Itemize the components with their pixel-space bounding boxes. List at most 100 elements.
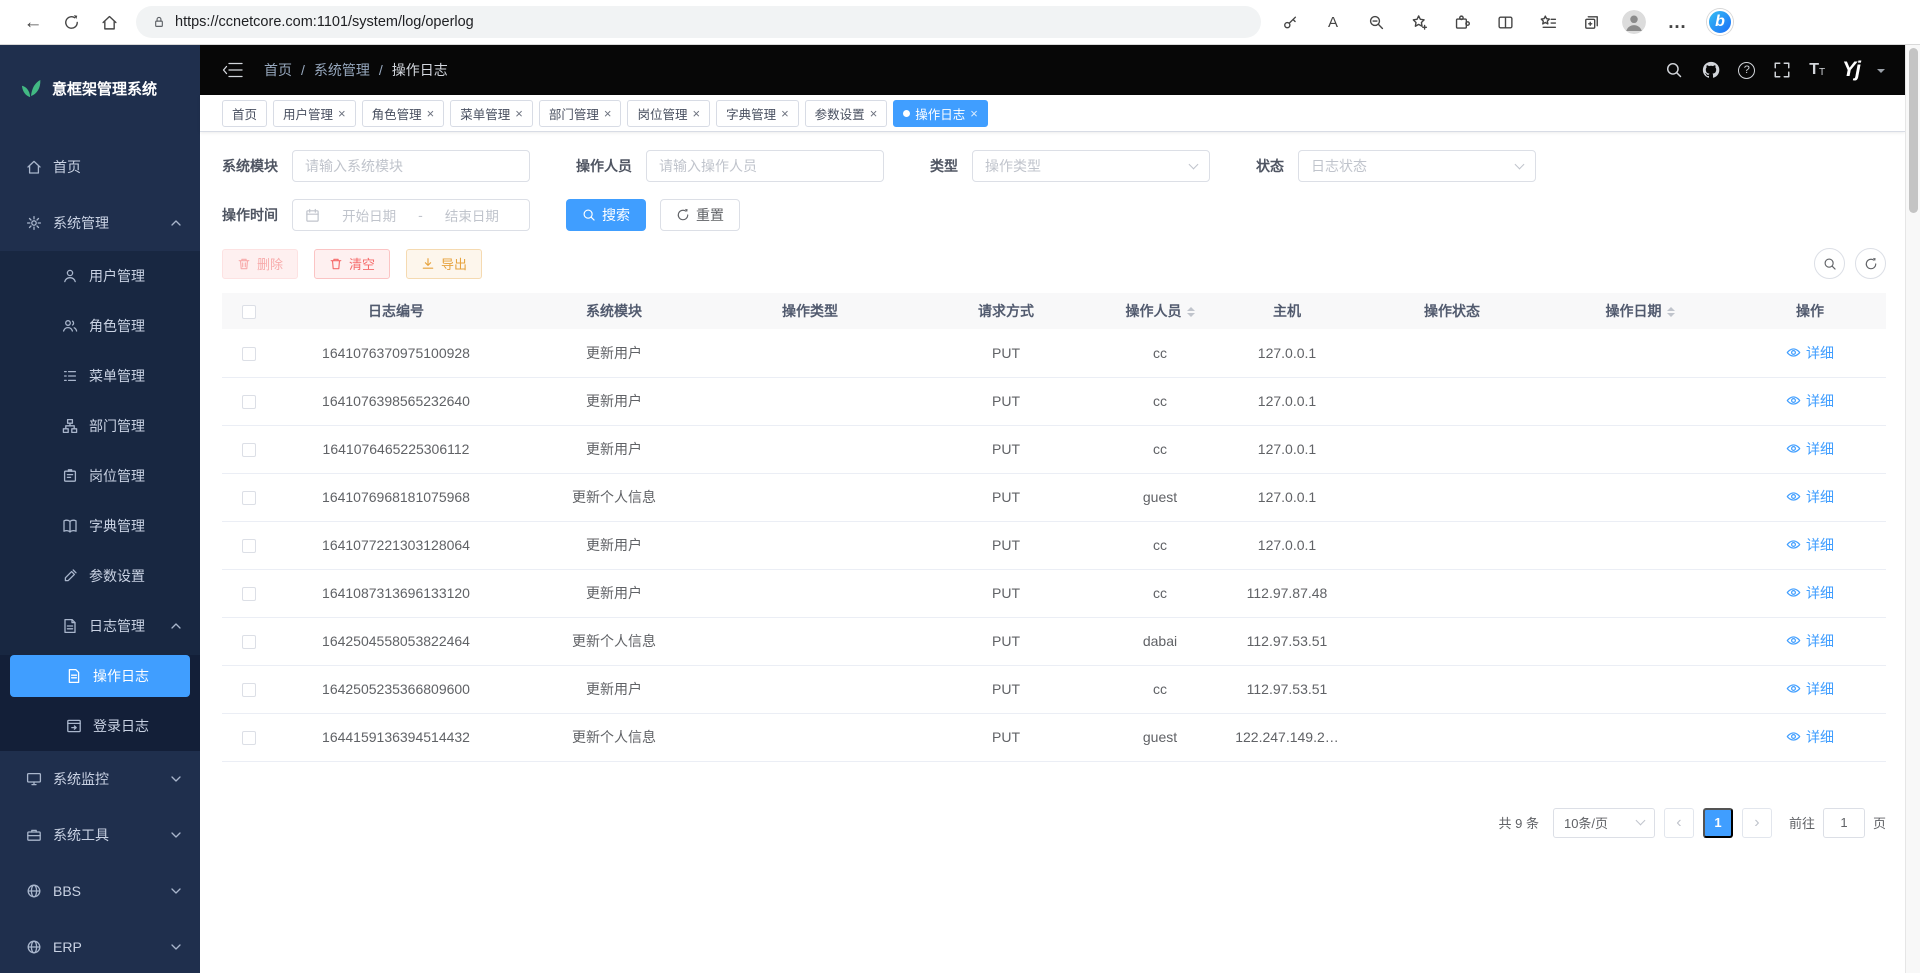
sidebar-item-post-mgmt[interactable]: 岗位管理	[0, 451, 200, 501]
browser-settings-button[interactable]: …	[1662, 5, 1692, 39]
user-logo-mark[interactable]: Yj	[1842, 58, 1860, 82]
bing-chat-button[interactable]: b	[1705, 5, 1735, 39]
tab-close-icon[interactable]: ×	[692, 107, 700, 120]
sidebar-toggle-icon[interactable]	[222, 60, 244, 80]
home-icon	[101, 14, 118, 31]
github-button[interactable]	[1701, 60, 1721, 80]
favorites-bar-button[interactable]	[1533, 5, 1563, 39]
tab-active[interactable]: 操作日志×	[893, 100, 988, 127]
tab-close-icon[interactable]: ×	[515, 107, 523, 120]
detail-link[interactable]: 详细	[1786, 727, 1834, 747]
header-search-button[interactable]	[1664, 60, 1684, 80]
export-button[interactable]: 导出	[406, 249, 482, 279]
sidebar-item-user-mgmt[interactable]: 用户管理	[0, 251, 200, 301]
sidebar-item-dict-mgmt[interactable]: 字典管理	[0, 501, 200, 551]
detail-link[interactable]: 详细	[1786, 631, 1834, 651]
delete-button[interactable]: 删除	[222, 249, 298, 279]
date-range-picker[interactable]: 开始日期 - 结束日期	[292, 199, 530, 231]
type-select[interactable]: 操作类型	[972, 150, 1210, 182]
sidebar-item-dept-mgmt[interactable]: 部门管理	[0, 401, 200, 451]
row-checkbox[interactable]	[242, 539, 256, 553]
sort-date-control[interactable]	[1667, 303, 1675, 321]
tab-close-icon[interactable]: ×	[870, 107, 878, 120]
page-size-select[interactable]: 10条/页	[1553, 808, 1655, 838]
tab-close-icon[interactable]: ×	[970, 107, 978, 120]
sidebar-item-param-settings[interactable]: 参数设置	[0, 551, 200, 601]
sidebar-item-menu-mgmt[interactable]: 菜单管理	[0, 351, 200, 401]
split-screen-button[interactable]	[1490, 5, 1520, 39]
goto-page-input[interactable]	[1823, 808, 1865, 838]
sidebar-item-erp[interactable]: ERP	[0, 919, 200, 973]
address-bar[interactable]: https://ccnetcore.com:1101/system/log/op…	[136, 6, 1261, 38]
row-checkbox[interactable]	[242, 635, 256, 649]
breadcrumb-system-mgmt[interactable]: 系统管理	[314, 60, 370, 80]
tab[interactable]: 用户管理×	[273, 100, 356, 127]
row-checkbox[interactable]	[242, 731, 256, 745]
add-favorite-button[interactable]	[1404, 5, 1434, 39]
sidebar-item-monitor[interactable]: 系统监控	[0, 751, 200, 807]
browser-profile-button[interactable]	[1619, 5, 1649, 39]
prev-page-button[interactable]: ‹	[1664, 808, 1694, 838]
tab[interactable]: 部门管理×	[539, 100, 622, 127]
fullscreen-button[interactable]	[1772, 60, 1792, 80]
zoom-out-button[interactable]	[1361, 5, 1391, 39]
read-aloud-button[interactable]: A	[1318, 5, 1348, 39]
next-page-button[interactable]: ›	[1742, 808, 1772, 838]
refresh-table-button[interactable]	[1855, 248, 1886, 279]
tab[interactable]: 字典管理×	[716, 100, 799, 127]
password-key-button[interactable]	[1275, 5, 1305, 39]
tab-close-icon[interactable]: ×	[604, 107, 612, 120]
detail-link[interactable]: 详细	[1786, 583, 1834, 603]
tab[interactable]: 参数设置×	[805, 100, 888, 127]
detail-link[interactable]: 详细	[1786, 439, 1834, 459]
detail-link[interactable]: 详细	[1786, 535, 1834, 555]
tab-close-icon[interactable]: ×	[338, 107, 346, 120]
breadcrumb-home[interactable]: 首页	[264, 60, 292, 80]
clear-button[interactable]: 清空	[314, 249, 390, 279]
select-all-checkbox[interactable]	[242, 305, 256, 319]
row-checkbox[interactable]	[242, 587, 256, 601]
detail-link[interactable]: 详细	[1786, 391, 1834, 411]
browser-refresh-button[interactable]	[52, 5, 90, 39]
row-checkbox[interactable]	[242, 395, 256, 409]
user-menu-caret-icon[interactable]	[1877, 69, 1885, 77]
extensions-button[interactable]	[1447, 5, 1477, 39]
status-select[interactable]: 日志状态	[1298, 150, 1536, 182]
browser-back-button[interactable]: ←	[14, 5, 52, 39]
sidebar-item-home[interactable]: 首页	[0, 139, 200, 195]
reset-button[interactable]: 重置	[660, 199, 740, 231]
tab-close-icon[interactable]: ×	[781, 107, 789, 120]
detail-link[interactable]: 详细	[1786, 487, 1834, 507]
font-size-button[interactable]: TT	[1809, 62, 1825, 78]
sort-operator-control[interactable]	[1187, 303, 1195, 321]
sidebar-item-role-mgmt[interactable]: 角色管理	[0, 301, 200, 351]
page-scrollbar[interactable]	[1905, 45, 1920, 973]
sidebar-item-bbs[interactable]: BBS	[0, 863, 200, 919]
show-search-toggle-button[interactable]	[1814, 248, 1845, 279]
tab[interactable]: 首页	[222, 100, 267, 127]
sidebar-item-log-mgmt[interactable]: 日志管理	[0, 601, 200, 651]
tab[interactable]: 菜单管理×	[450, 100, 533, 127]
row-checkbox[interactable]	[242, 683, 256, 697]
page-1-button[interactable]: 1	[1703, 808, 1733, 838]
row-checkbox[interactable]	[242, 347, 256, 361]
detail-link[interactable]: 详细	[1786, 679, 1834, 699]
module-input[interactable]	[292, 150, 530, 182]
scrollbar-thumb[interactable]	[1909, 48, 1918, 213]
row-checkbox[interactable]	[242, 443, 256, 457]
tab-close-icon[interactable]: ×	[427, 107, 435, 120]
sidebar-item-system-mgmt[interactable]: 系统管理	[0, 195, 200, 251]
sidebar-item-login-log[interactable]: 登录日志	[0, 701, 200, 751]
detail-link[interactable]: 详细	[1786, 343, 1834, 363]
sidebar-item-tools[interactable]: 系统工具	[0, 807, 200, 863]
help-icon[interactable]: ?	[1738, 62, 1755, 79]
sidebar-item-oper-log[interactable]: 操作日志	[10, 655, 190, 697]
app-logo[interactable]: 意框架管理系统	[0, 45, 200, 131]
search-button[interactable]: 搜索	[566, 199, 646, 231]
tab[interactable]: 角色管理×	[362, 100, 445, 127]
tab[interactable]: 岗位管理×	[627, 100, 710, 127]
operator-input[interactable]	[646, 150, 884, 182]
row-checkbox[interactable]	[242, 491, 256, 505]
browser-home-button[interactable]	[90, 5, 128, 39]
collections-button[interactable]	[1576, 5, 1606, 39]
